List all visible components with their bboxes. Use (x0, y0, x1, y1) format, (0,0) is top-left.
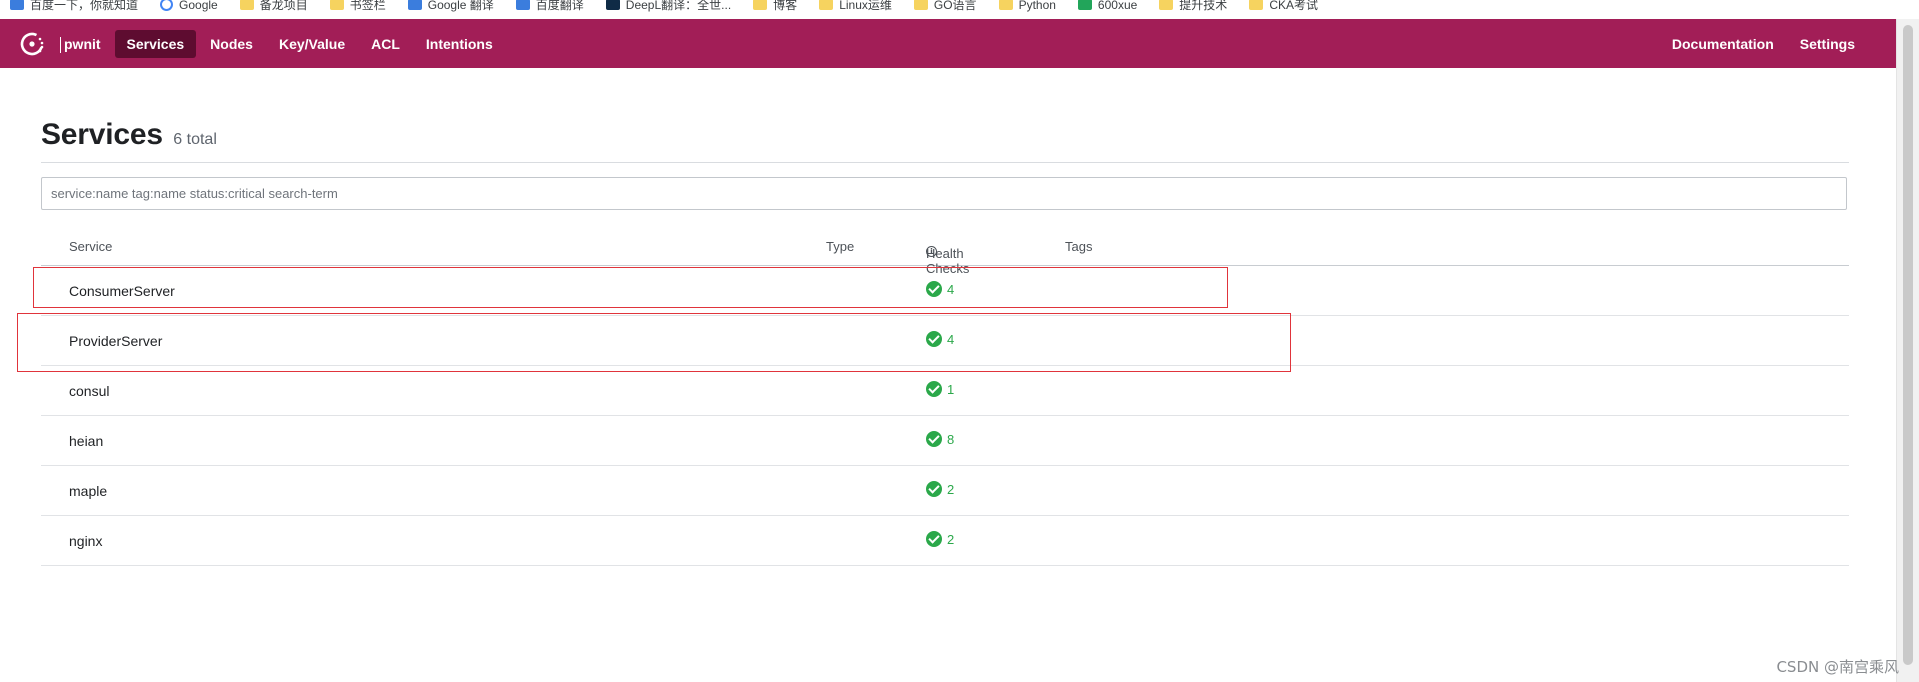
health-status: 4 (926, 331, 954, 347)
bookmark-item[interactable]: 博客 (743, 0, 809, 13)
table-header: Service Type Health Checks i Tags (41, 232, 1849, 276)
folder-icon (753, 0, 768, 10)
health-status: 2 (926, 481, 954, 497)
service-name[interactable]: consul (69, 383, 109, 399)
health-status: 4 (926, 281, 954, 297)
vertical-scrollbar[interactable] (1896, 19, 1919, 682)
bookmark-label: Python (1018, 0, 1056, 12)
passing-check-icon (926, 331, 942, 347)
service-name[interactable]: heian (69, 433, 103, 449)
google-icon (160, 0, 174, 11)
bookmark-label: GO语言 (933, 0, 977, 12)
bookmark-item[interactable]: Python (989, 0, 1068, 12)
bookmark-label: Google (179, 0, 218, 12)
nav-acl[interactable]: ACL (359, 30, 412, 58)
nav-services[interactable]: Services (114, 29, 197, 58)
top-navigation: pwnit Services Nodes Key/Value ACL Inten… (0, 19, 1897, 68)
passing-count: 4 (947, 281, 955, 297)
bookmark-item[interactable]: CKA考试 (1239, 0, 1330, 13)
deepl-icon (605, 0, 620, 10)
passing-count: 2 (947, 531, 955, 547)
service-row[interactable]: nginx 2 (41, 516, 1849, 566)
service-count: 6 total (173, 131, 217, 148)
paw-icon (10, 0, 24, 10)
passing-count: 2 (947, 481, 955, 497)
health-status: 2 (926, 531, 954, 547)
service-row[interactable]: consul 1 (41, 366, 1849, 416)
bookmark-label: 600xue (1097, 0, 1138, 12)
page-title: Services (41, 118, 163, 151)
service-name[interactable]: maple (69, 483, 107, 499)
bookmark-item[interactable]: 百度一下，你就知道 (0, 0, 150, 13)
bookmark-label: 备龙项目 (259, 0, 308, 12)
passing-check-icon (926, 481, 942, 497)
bookmarks-bar: 百度一下，你就知道 Google 备龙项目 书签栏 Google 翻译 百度翻译 DeepL… (0, 0, 1919, 19)
bookmark-item[interactable]: 百度翻译 (506, 0, 596, 13)
sheet-icon (1077, 0, 1092, 10)
folder-icon (329, 0, 344, 10)
service-name[interactable]: ConsumerServer (69, 283, 175, 299)
services-table: Service Type Health Checks i Tags Consum… (41, 232, 1849, 566)
bookmark-label: CKA考试 (1269, 0, 1318, 12)
nav-intentions[interactable]: Intentions (414, 30, 505, 58)
watermark: CSDN @南宫乘风 (1776, 658, 1899, 676)
nav-documentation[interactable]: Documentation (1660, 30, 1786, 58)
bookmark-item[interactable]: 备龙项目 (230, 0, 320, 13)
passing-check-icon (926, 281, 942, 297)
folder-icon (1249, 0, 1264, 10)
consul-logo-icon[interactable] (18, 30, 46, 58)
passing-check-icon (926, 531, 942, 547)
bookmark-item[interactable]: 书签栏 (320, 0, 398, 13)
scrollbar-thumb[interactable] (1903, 25, 1913, 665)
bookmark-item[interactable]: DeepL翻译：全世... (596, 0, 743, 13)
bookmark-label: 百度一下，你就知道 (30, 0, 139, 12)
bookmark-item[interactable]: Google 翻译 (398, 0, 506, 13)
passing-check-icon (926, 381, 942, 397)
column-header-type: Type (826, 239, 855, 254)
folder-icon (998, 0, 1013, 10)
column-header-tags: Tags (1065, 239, 1093, 254)
bookmark-item[interactable]: Linux运维 (809, 0, 904, 13)
bookmark-label: 提升技术 (1179, 0, 1228, 12)
nav-key-value[interactable]: Key/Value (267, 30, 357, 58)
passing-count: 1 (947, 381, 955, 397)
nav-nodes[interactable]: Nodes (198, 30, 265, 58)
info-icon[interactable]: i (926, 246, 937, 257)
page-header: Services 6 total (41, 118, 1849, 163)
bookmark-item[interactable]: GO语言 (904, 0, 989, 13)
passing-count: 8 (947, 431, 955, 447)
bookmark-label: 书签栏 (349, 0, 386, 12)
passing-check-icon (926, 431, 942, 447)
bookmark-label: 博客 (773, 0, 798, 12)
nav-settings[interactable]: Settings (1788, 30, 1867, 58)
bookmark-item[interactable]: Google (150, 0, 230, 12)
baidu-translate-icon (515, 0, 530, 10)
folder-icon (819, 0, 834, 10)
service-row[interactable]: heian 8 (41, 416, 1849, 466)
service-row[interactable]: ConsumerServer 4 (41, 266, 1849, 316)
service-name[interactable]: nginx (69, 533, 102, 549)
folder-icon (1159, 0, 1174, 10)
bookmark-label: Linux运维 (839, 0, 892, 12)
passing-count: 4 (947, 331, 955, 347)
service-row[interactable]: ProviderServer 4 (41, 316, 1849, 366)
bookmark-item[interactable]: 600xue (1068, 0, 1149, 12)
bookmark-label: Google 翻译 (427, 0, 494, 12)
health-status: 8 (926, 431, 954, 447)
datacenter-selector[interactable]: pwnit (60, 30, 113, 58)
service-row[interactable]: maple 2 (41, 466, 1849, 516)
bookmark-label: DeepL翻译：全世... (625, 0, 732, 12)
google-translate-icon (407, 0, 422, 10)
service-search-input[interactable] (41, 177, 1847, 210)
folder-icon (913, 0, 928, 10)
column-header-service[interactable]: Service (69, 239, 112, 254)
health-status: 1 (926, 381, 954, 397)
bookmark-label: 百度翻译 (535, 0, 584, 12)
service-name[interactable]: ProviderServer (69, 333, 162, 349)
folder-icon (239, 0, 254, 10)
bookmark-item[interactable]: 提升技术 (1149, 0, 1239, 13)
